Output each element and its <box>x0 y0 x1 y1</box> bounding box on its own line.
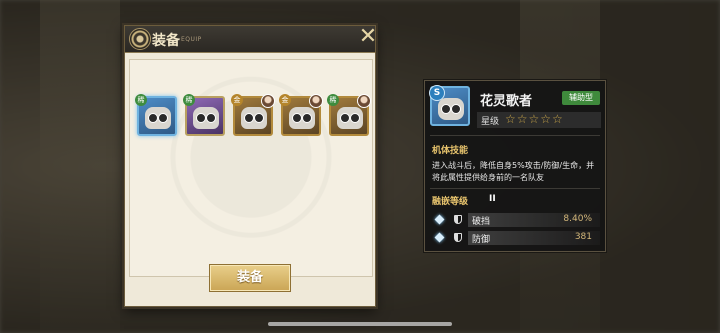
owner-avatar-icon <box>309 94 323 108</box>
equipment-slot[interactable]: 金 <box>231 94 275 136</box>
diamond-icon <box>434 214 445 225</box>
panel-subtitle: EQUIP <box>181 36 202 43</box>
equipment-portrait: S <box>429 85 470 126</box>
mech-portrait-icon <box>289 107 315 129</box>
rarity-badge: 稀 <box>183 94 195 106</box>
equip-panel: 装备 EQUIP ✕ 稀 稀 金 金 稀 装备 <box>124 25 377 307</box>
equipment-name: 花灵歌者 <box>480 94 533 109</box>
rank-badge: S <box>429 85 445 101</box>
close-button[interactable]: ✕ <box>357 26 379 48</box>
star-label: 星级 <box>481 117 500 127</box>
equipment-slot[interactable]: 稀 <box>135 94 177 136</box>
stat-name: 防御 <box>472 235 491 245</box>
stat-value: 381 <box>574 232 592 242</box>
rarity-badge: 金 <box>231 94 243 106</box>
fusion-title: 融嵌等级 <box>432 197 469 207</box>
close-icon: ✕ <box>358 24 378 49</box>
skill-description: 进入战斗后，降低自身5%攻击/防御/生命，并将此属性提供给身前的一名队友 <box>432 161 595 182</box>
home-indicator[interactable] <box>268 322 452 326</box>
owner-avatar-icon <box>261 94 275 108</box>
equipment-slot[interactable]: 稀 <box>183 94 225 136</box>
mech-portrait-icon <box>241 107 267 129</box>
equipment-grid: 稀 稀 金 金 稀 <box>129 59 373 277</box>
star-icons: ☆☆☆☆☆ <box>505 112 564 126</box>
equipment-slot[interactable]: 金 <box>279 94 323 136</box>
rarity-badge: 稀 <box>135 94 147 106</box>
fusion-level: II <box>489 194 496 204</box>
skill-title: 机体技能 <box>432 146 469 156</box>
divider <box>430 188 600 189</box>
shield-icon <box>454 233 462 242</box>
shield-icon <box>454 215 462 224</box>
emblem-icon <box>129 28 151 50</box>
role-badge: 辅助型 <box>562 91 600 105</box>
stat-value: 8.40% <box>563 214 592 224</box>
stat-row: 破挡 8.40% <box>430 212 600 228</box>
mech-portrait-icon <box>145 107 171 129</box>
equipment-slot[interactable]: 稀 <box>327 94 371 136</box>
equip-button[interactable]: 装备 <box>209 264 291 292</box>
equipment-info-card: S 花灵歌者 辅助型 星级 ☆☆☆☆☆ 机体技能 进入战斗后，降低自身5%攻击/… <box>424 80 606 252</box>
divider <box>430 135 600 136</box>
mech-portrait-icon <box>337 107 363 129</box>
stat-name: 破挡 <box>472 217 491 227</box>
rarity-badge: 金 <box>279 94 291 106</box>
star-rating: 星级 ☆☆☆☆☆ <box>477 112 601 128</box>
mech-portrait-icon <box>193 107 219 129</box>
diamond-icon <box>434 232 445 243</box>
rarity-badge: 稀 <box>327 94 339 106</box>
panel-title: 装备 <box>152 33 180 49</box>
equip-panel-header: 装备 EQUIP ✕ <box>125 26 377 53</box>
stat-row: 防御 381 <box>430 230 600 246</box>
owner-avatar-icon <box>357 94 371 108</box>
mech-portrait-icon <box>438 98 464 120</box>
